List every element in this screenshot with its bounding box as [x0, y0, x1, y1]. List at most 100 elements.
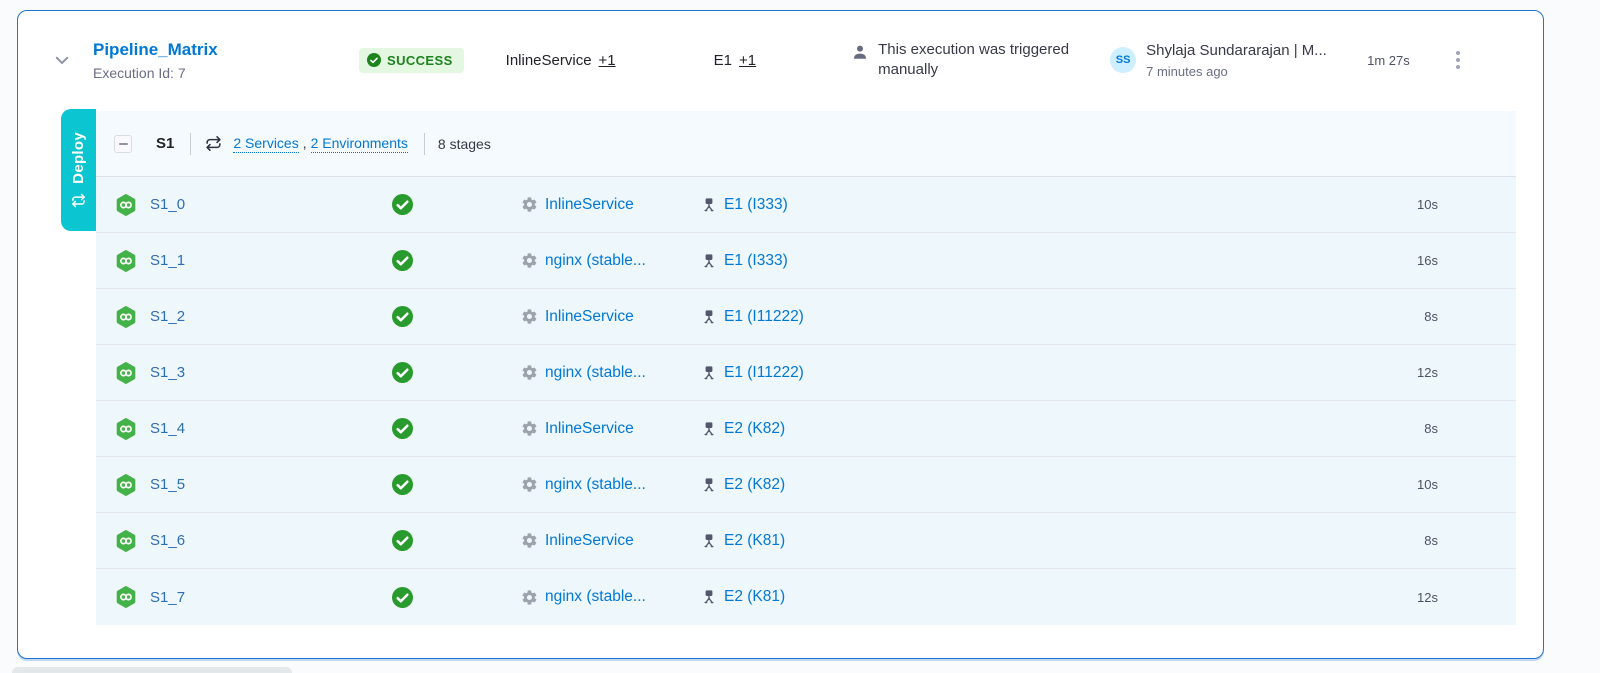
looping-strategy-icon [205, 135, 222, 152]
gear-icon [521, 589, 538, 606]
trigger-text: This execution was triggered manually [878, 40, 1103, 81]
divider [424, 133, 425, 155]
stage-duration: 10s [1404, 197, 1438, 212]
chevron-down-icon[interactable] [53, 51, 71, 69]
environment-link[interactable]: E2 (K81) [724, 588, 785, 606]
stage-name-link[interactable]: S1_1 [150, 252, 185, 269]
success-check-icon [392, 474, 413, 495]
environment-link[interactable]: E2 (K82) [724, 420, 785, 438]
stage-name-link[interactable]: S1_2 [150, 308, 185, 325]
kebab-menu-icon[interactable] [1452, 47, 1464, 73]
success-check-icon [392, 530, 413, 551]
gear-icon [521, 476, 538, 493]
success-check-icon [392, 362, 413, 383]
stage-duration: 12s [1404, 365, 1438, 380]
stage-name-link[interactable]: S1_4 [150, 420, 185, 437]
stage-name-link[interactable]: S1_3 [150, 364, 185, 381]
stage-row[interactable]: S1_4 InlineService E2 (K82) 8s [96, 401, 1516, 457]
environments-more-link[interactable]: +1 [739, 52, 756, 69]
trigger-info: This execution was triggered manually [851, 40, 1103, 81]
stage-name-link[interactable]: S1_0 [150, 196, 185, 213]
service-link[interactable]: nginx (stable... [545, 364, 646, 382]
services-count-link[interactable]: 2 Services [233, 135, 298, 153]
success-check-icon [367, 53, 381, 67]
matrix-stage-icon [114, 249, 138, 273]
environment-icon [701, 365, 717, 381]
environment-link[interactable]: E2 (K82) [724, 476, 785, 494]
gear-icon [521, 420, 538, 437]
deploy-stage-tab[interactable]: Deploy [61, 109, 96, 231]
stage-name-link[interactable]: S1_7 [150, 589, 185, 606]
execution-card: Pipeline_Matrix Execution Id: 7 SUCCESS … [17, 10, 1544, 659]
stage-row[interactable]: S1_6 InlineService E2 (K81) 8s [96, 513, 1516, 569]
environment-link[interactable]: E1 (I333) [724, 252, 788, 270]
pipeline-title-link[interactable]: Pipeline_Matrix [93, 40, 218, 60]
stage-count: 8 stages [438, 136, 491, 152]
stage-duration: 8s [1404, 421, 1438, 436]
matrix-stage-icon [114, 585, 138, 609]
environment-link[interactable]: E1 (I333) [724, 196, 788, 214]
stage-matrix-panel: S1 2 Services , 2 Environments 8 stages … [96, 111, 1516, 625]
environments-count-link[interactable]: 2 Environments [311, 135, 408, 153]
environment-icon [701, 477, 717, 493]
avatar: SS [1110, 47, 1136, 73]
environment-icon [701, 421, 717, 437]
stage-row[interactable]: S1_3 nginx (stable... E1 (I11222) 12s [96, 345, 1516, 401]
stage-duration: 8s [1404, 309, 1438, 324]
services-summary-name: InlineService [506, 52, 592, 69]
stage-row[interactable]: S1_5 nginx (stable... E2 (K82) 10s [96, 457, 1516, 513]
gear-icon [521, 196, 538, 213]
stage-row[interactable]: S1_1 nginx (stable... E1 (I333) 16s [96, 233, 1516, 289]
environment-link[interactable]: E1 (I11222) [724, 308, 804, 326]
service-link[interactable]: InlineService [545, 308, 634, 326]
collapse-icon[interactable] [114, 135, 132, 153]
services-more-link[interactable]: +1 [599, 52, 616, 69]
divider [190, 133, 191, 155]
matrix-stage-icon [114, 193, 138, 217]
environment-icon [701, 309, 717, 325]
deploy-tab-label: Deploy [70, 132, 87, 184]
stage-row[interactable]: S1_7 nginx (stable... E2 (K81) 12s [96, 569, 1516, 625]
environments-summary: E1 +1 [714, 52, 756, 69]
status-badge: SUCCESS [359, 48, 464, 73]
matrix-stage-icon [114, 417, 138, 441]
looping-strategy-icon [71, 193, 86, 208]
user-name: Shylaja Sundararajan | M... [1146, 42, 1358, 59]
stage-name-link[interactable]: S1_5 [150, 476, 185, 493]
gear-icon [521, 308, 538, 325]
environment-icon [701, 533, 717, 549]
service-link[interactable]: nginx (stable... [545, 476, 646, 494]
environment-icon [701, 197, 717, 213]
execution-card-header: Pipeline_Matrix Execution Id: 7 SUCCESS … [18, 11, 1543, 109]
stage-duration: 16s [1404, 253, 1438, 268]
execution-id: Execution Id: 7 [93, 65, 359, 81]
stage-group-name: S1 [156, 135, 174, 152]
comma: , [303, 135, 307, 151]
user-block: Shylaja Sundararajan | M... 7 minutes ag… [1146, 42, 1358, 79]
service-link[interactable]: nginx (stable... [545, 252, 646, 270]
service-link[interactable]: InlineService [545, 420, 634, 438]
stage-row[interactable]: S1_2 InlineService E1 (I11222) 8s [96, 289, 1516, 345]
environments-summary-name: E1 [714, 52, 732, 69]
stage-row[interactable]: S1_0 InlineService E1 (I333) 10s [96, 177, 1516, 233]
time-ago: 7 minutes ago [1146, 64, 1358, 79]
matrix-stage-icon [114, 529, 138, 553]
services-summary: InlineService +1 [506, 52, 616, 69]
stage-duration: 10s [1404, 477, 1438, 492]
success-check-icon [392, 306, 413, 327]
service-link[interactable]: nginx (stable... [545, 588, 646, 606]
pipeline-title-block: Pipeline_Matrix Execution Id: 7 [93, 40, 359, 81]
service-link[interactable]: InlineService [545, 196, 634, 214]
environment-icon [701, 589, 717, 605]
gear-icon [521, 364, 538, 381]
success-check-icon [392, 587, 413, 608]
user-icon [851, 43, 869, 61]
status-badge-label: SUCCESS [387, 53, 453, 68]
stage-name-link[interactable]: S1_6 [150, 532, 185, 549]
matrix-stage-icon [114, 473, 138, 497]
environment-link[interactable]: E2 (K81) [724, 532, 785, 550]
service-link[interactable]: InlineService [545, 532, 634, 550]
environment-link[interactable]: E1 (I11222) [724, 364, 804, 382]
success-check-icon [392, 418, 413, 439]
stage-rows: S1_0 InlineService E1 (I333) 10s [96, 177, 1516, 625]
